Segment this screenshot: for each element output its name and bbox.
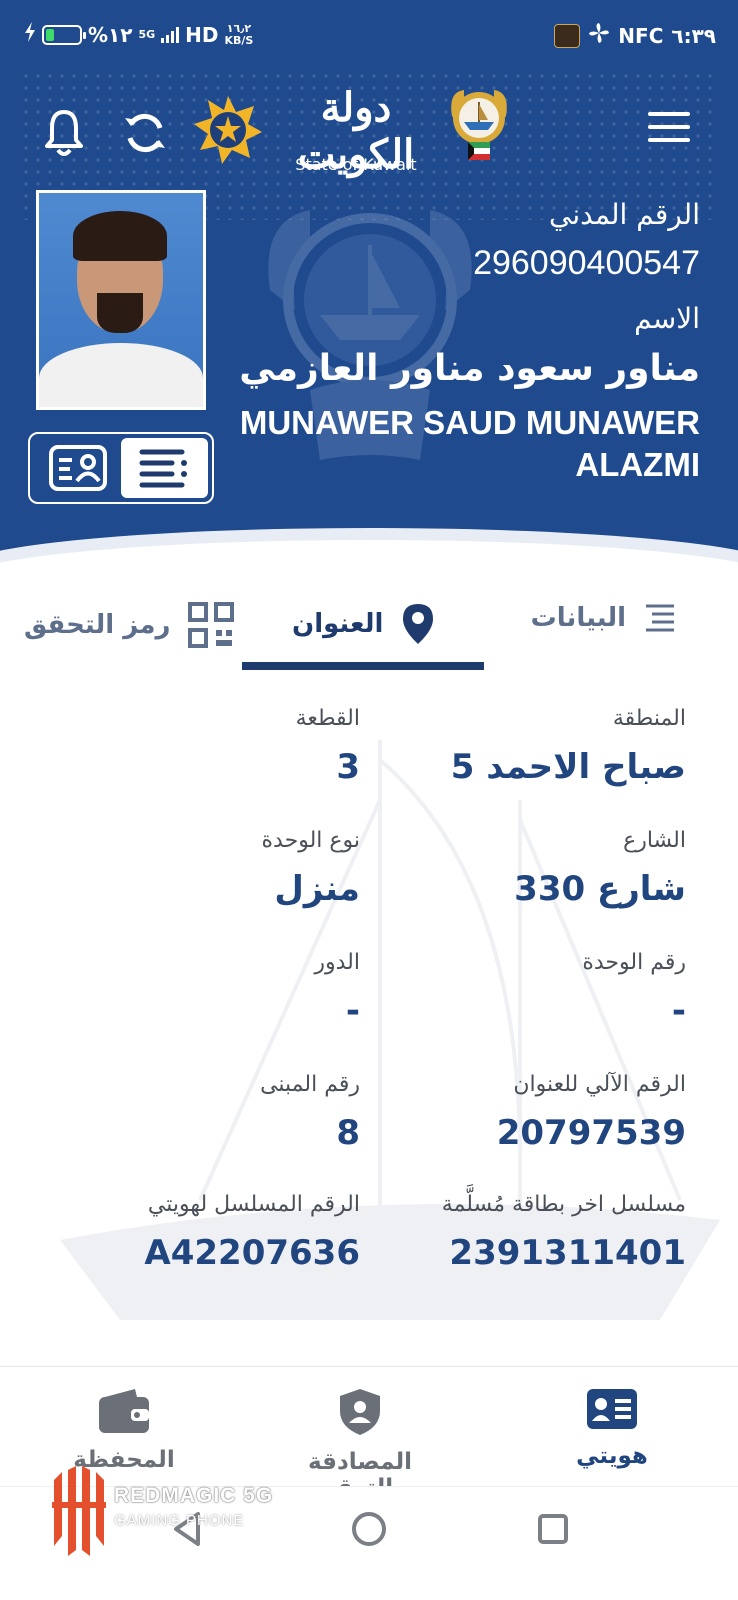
- hamburger-line: [648, 125, 690, 129]
- civil-id-number: 296090400547: [473, 244, 700, 282]
- field-block: القطعة 3: [296, 706, 360, 787]
- field-label: القطعة: [295, 706, 360, 731]
- list-icon: [139, 449, 187, 488]
- field-value: منزل: [274, 869, 360, 909]
- fan-icon: [588, 22, 610, 49]
- nav-my-id-label: هويتي: [576, 1443, 648, 1469]
- star-logo-icon: [194, 96, 262, 164]
- kuwait-logo-english: State of Kuwait: [295, 155, 417, 174]
- kuwait-emblem: [446, 86, 512, 168]
- nav-my-id[interactable]: هويتي: [512, 1389, 712, 1469]
- field-label: رقم المبنى: [260, 1072, 360, 1097]
- details-view-option[interactable]: [121, 438, 208, 498]
- refresh-icon: [125, 113, 165, 153]
- list-lines-icon: [646, 604, 674, 632]
- nav-wallet[interactable]: المحفظة: [24, 1389, 224, 1473]
- field-label: الشارع: [623, 828, 686, 853]
- network-speed-unit: KB/S: [224, 33, 254, 47]
- network-type: 5G: [138, 28, 156, 41]
- active-tab-indicator: [242, 662, 484, 670]
- redmagic-logo-icon: [52, 1466, 106, 1556]
- battery-icon: [42, 24, 86, 45]
- refresh-button[interactable]: [122, 110, 168, 156]
- profile-photo: [36, 190, 206, 410]
- device-watermark: REDMAGIC 5G GAMING PHONE: [48, 1466, 288, 1556]
- photo-hair: [73, 211, 167, 261]
- wallet-icon: [99, 1389, 149, 1433]
- field-value: -: [671, 991, 686, 1031]
- hd-indicator: HD: [185, 22, 219, 47]
- notifications-button[interactable]: [44, 108, 84, 158]
- status-right: NFC ٦:٣٩: [554, 22, 716, 49]
- field-value: -: [345, 991, 360, 1031]
- tab-qr-code[interactable]: رمز التحقق: [24, 602, 235, 648]
- address-details: المنطقة صباح الاحمد 5 القطعة 3 الشارع شا…: [0, 680, 738, 1370]
- field-value: A42207636: [144, 1233, 360, 1273]
- tab-data-label: البيانات: [530, 603, 626, 633]
- field-value: 8: [336, 1113, 360, 1153]
- nfc-indicator: NFC: [618, 23, 664, 48]
- field-label: نوع الوحدة: [261, 828, 360, 853]
- charging-icon: [24, 22, 36, 47]
- recents-icon[interactable]: [537, 1513, 569, 1545]
- id-card-icon: [48, 445, 107, 491]
- photo-shirt: [39, 343, 203, 407]
- field-building-number: رقم المبنى 8: [260, 1072, 360, 1153]
- watermark-subtitle: GAMING PHONE: [114, 1512, 245, 1529]
- field-label: مسلسل اخر بطاقة مُسلَّمة: [441, 1192, 686, 1217]
- location-pin-icon: [403, 604, 434, 644]
- field-label: المنطقة: [612, 706, 686, 731]
- watermark-brand: REDMAGIC 5G: [114, 1484, 274, 1507]
- civil-id-label: الرقم المدني: [548, 198, 700, 231]
- tab-qr-label: رمز التحقق: [24, 610, 171, 640]
- field-floor: الدور -: [314, 950, 360, 1031]
- id-card-icon: [587, 1389, 637, 1429]
- menu-button[interactable]: [648, 112, 690, 146]
- tab-address-label: العنوان: [292, 609, 384, 639]
- battery-percent: %١٢: [88, 22, 133, 47]
- paci-logo: [192, 94, 264, 166]
- clock: ٦:٣٩: [671, 23, 716, 48]
- field-value: شارع 330: [514, 869, 686, 909]
- home-icon[interactable]: [351, 1511, 387, 1547]
- field-area: المنطقة صباح الاحمد 5: [451, 706, 686, 787]
- card-view-toggle: [28, 432, 214, 504]
- nav-authentication[interactable]: المصادقة والتوقيع: [260, 1389, 460, 1501]
- hamburger-line: [648, 112, 690, 116]
- network-speed: ١٦٫٢ KB/S: [224, 22, 254, 47]
- field-value: 3: [336, 747, 360, 787]
- field-my-id-serial: الرقم المسلسل لهويتي A42207636: [144, 1192, 360, 1273]
- signal-icon: [161, 26, 180, 43]
- info-tabs: البيانات العنوان رمز التحقق: [0, 588, 738, 676]
- field-value: صباح الاحمد 5: [450, 747, 686, 787]
- tab-data[interactable]: البيانات: [531, 602, 676, 634]
- field-label: الرقم المسلسل لهويتي: [147, 1192, 360, 1217]
- app-notification-icon: [554, 23, 581, 48]
- field-paci-number: الرقم الآلي للعنوان 20797539: [497, 1072, 686, 1153]
- tab-address[interactable]: العنوان: [292, 602, 435, 646]
- status-left: %١٢ 5G HD ١٦٫٢ KB/S: [24, 22, 253, 47]
- name-label: الاسم: [634, 302, 700, 335]
- bell-icon: [45, 110, 83, 156]
- field-value: 20797539: [496, 1113, 686, 1153]
- field-unit-number: رقم الوحدة -: [582, 950, 686, 1031]
- field-last-card-serial: مسلسل اخر بطاقة مُسلَّمة 2391311401: [442, 1192, 686, 1273]
- field-label: الرقم الآلي للعنوان: [513, 1072, 686, 1097]
- field-value: 2391311401: [449, 1233, 686, 1273]
- status-bar: %١٢ 5G HD ١٦٫٢ KB/S NFC ٦:٣٩: [0, 0, 738, 68]
- field-label: الدور: [314, 950, 360, 975]
- qr-code-icon: [188, 602, 235, 648]
- name-arabic: مناور سعود مناور العازمي: [239, 348, 700, 389]
- card-view-option[interactable]: [34, 438, 121, 498]
- field-street: الشارع شارع 330: [514, 828, 686, 909]
- photo-portrait: [39, 193, 203, 407]
- hamburger-line: [648, 138, 690, 142]
- field-label: رقم الوحدة: [582, 950, 686, 975]
- name-english: MUNAWER SAUD MUNAWER ALAZMI: [239, 404, 700, 483]
- photo-beard: [97, 293, 143, 333]
- kuwait-emblem-icon: [451, 90, 507, 160]
- field-unit-type: نوع الوحدة منزل: [262, 828, 360, 909]
- shield-user-icon: [340, 1389, 380, 1435]
